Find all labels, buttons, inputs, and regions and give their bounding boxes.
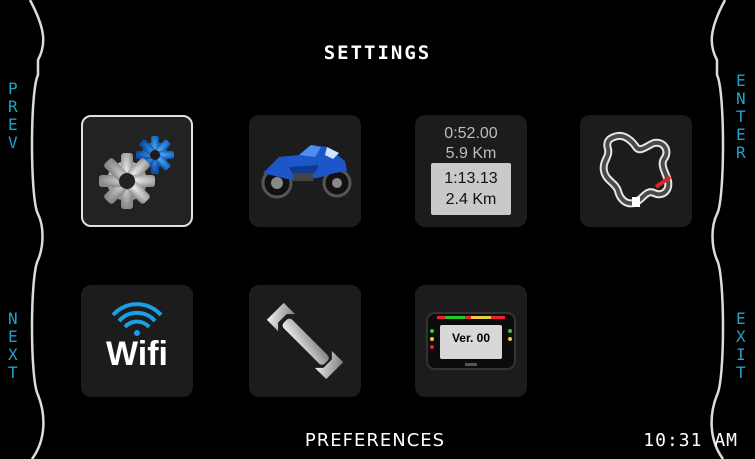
exit-letter: X xyxy=(736,327,746,346)
next-letter: T xyxy=(8,363,18,382)
exit-letter: I xyxy=(736,345,746,364)
prev-letter: R xyxy=(8,97,18,116)
prev-letter: E xyxy=(8,115,18,134)
wifi-icon: Wifi xyxy=(106,302,168,373)
enter-letter: R xyxy=(736,143,746,162)
tile-track[interactable] xyxy=(580,115,692,227)
page-title: SETTINGS xyxy=(323,42,432,64)
gears-icon xyxy=(99,136,174,209)
tile-firmware[interactable]: Ver. 00 xyxy=(415,285,527,397)
tile-vehicle[interactable] xyxy=(249,115,361,227)
exit-button[interactable]: E X I T xyxy=(736,310,746,382)
best-lap-distance: 5.9 Km xyxy=(445,145,497,162)
enter-button[interactable]: E N T E R xyxy=(736,72,746,162)
track-map-icon xyxy=(599,132,673,208)
footer-label: PREFERENCES xyxy=(304,430,446,451)
prev-button[interactable]: P R E V xyxy=(8,80,18,152)
next-letter: E xyxy=(8,327,18,346)
enter-letter: E xyxy=(736,125,746,144)
wrench-icon xyxy=(266,302,344,380)
wifi-label: Wifi xyxy=(106,335,168,373)
exit-letter: T xyxy=(736,363,746,382)
motorcycle-icon xyxy=(261,145,352,199)
current-lap-time: 1:13.13 xyxy=(444,170,498,187)
next-letter: X xyxy=(8,345,18,364)
current-lap-distance: 2.4 Km xyxy=(445,191,497,208)
prev-letter: V xyxy=(8,133,18,152)
firmware-version-label: Ver. 00 xyxy=(451,331,491,345)
tile-maintenance[interactable] xyxy=(249,285,361,397)
enter-letter: T xyxy=(736,107,746,126)
tile-general-settings[interactable] xyxy=(81,115,193,227)
enter-letter: E xyxy=(736,71,746,90)
tile-lap-times[interactable]: 0:52.00 5.9 Km 1:13.13 2.4 Km xyxy=(415,115,527,227)
prev-letter: P xyxy=(8,79,18,98)
best-lap-time: 0:52.00 xyxy=(444,125,498,142)
clock: 10:31 AM xyxy=(643,430,738,451)
next-button[interactable]: N E X T xyxy=(8,310,18,382)
next-letter: N xyxy=(8,309,18,328)
exit-letter: E xyxy=(736,309,746,328)
tile-wifi[interactable]: Wifi xyxy=(81,285,193,397)
enter-letter: N xyxy=(736,89,746,108)
